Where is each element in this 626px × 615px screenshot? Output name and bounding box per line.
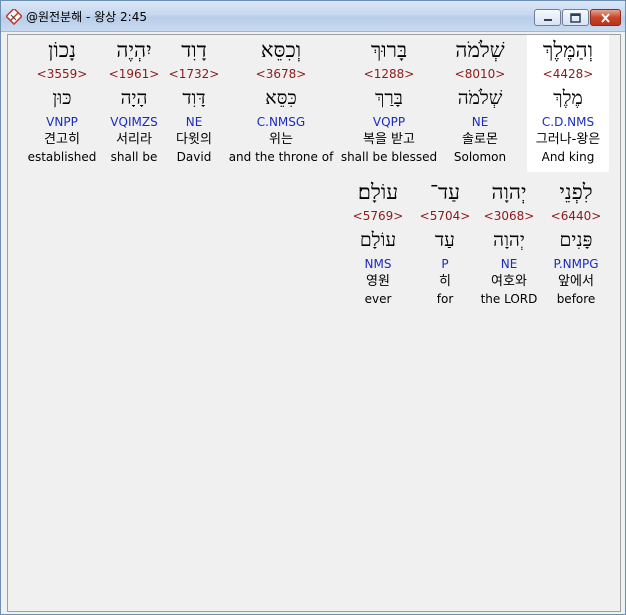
hebrew-word: בָּרוּךְ bbox=[370, 38, 408, 62]
korean-gloss: 위는 bbox=[269, 132, 293, 147]
title-bar[interactable]: @원전분해 - 왕상 2:45 bbox=[1, 1, 625, 32]
strong-number[interactable]: <5769> bbox=[344, 207, 412, 225]
strong-number[interactable]: <3559> bbox=[26, 65, 98, 83]
parsing-code: VQIMZS bbox=[110, 115, 158, 129]
korean-gloss: 솔로몬 bbox=[462, 132, 498, 147]
lemma-word: הָיָה bbox=[120, 87, 148, 109]
word-cell[interactable]: בָּרוּךְ <1288> בָּרַךְ VQPP 복을 받고 shall… bbox=[338, 35, 440, 172]
korean-gloss: 그러나-왕은 bbox=[535, 132, 601, 147]
hebrew-word: לִפְנֵי bbox=[559, 180, 593, 204]
minimize-icon bbox=[535, 10, 560, 25]
english-gloss: shall be bbox=[110, 150, 158, 164]
word-cell[interactable]: יְהוָה <3068> יְהוָה NE 여호와 the LORD bbox=[474, 177, 544, 314]
hebrew-word: עוֹלָם׃ bbox=[357, 180, 399, 204]
parsing-code: VNPP bbox=[46, 115, 78, 129]
korean-gloss: 영원 bbox=[366, 274, 390, 289]
korean-gloss: 여호와 bbox=[491, 274, 527, 289]
parsing-code: VQPP bbox=[372, 115, 406, 129]
word-cell[interactable]: עַד־ <5704> עַד P 히 for bbox=[416, 177, 474, 314]
word-cell[interactable]: יִהְיֶה <1961> הָיָה VQIMZS 서리라 shall be bbox=[105, 35, 163, 172]
hebrew-word: שְׁלֹמֹה bbox=[455, 38, 505, 62]
korean-gloss: 히 bbox=[439, 274, 451, 289]
analysis-panel: וְהַמֶּלֶךְ <4428> מֶלֶךְ C.D.NMS 그러나-왕은… bbox=[7, 34, 621, 612]
parsing-code: C.NMSG bbox=[256, 115, 306, 129]
korean-gloss: 다윗의 bbox=[176, 132, 212, 147]
word-cell[interactable]: עוֹלָם׃ <5769> עוֹלָם NMS 영원 ever bbox=[344, 177, 412, 314]
word-cell[interactable]: לִפְנֵי <6440> פָּנִים P.NMPG 앞에서 before bbox=[540, 177, 612, 314]
lemma-word: שְׁלֹמֹה bbox=[457, 87, 503, 109]
hebrew-word: דָוִד bbox=[181, 38, 207, 62]
strong-number[interactable]: <3678> bbox=[227, 65, 335, 83]
english-gloss: And king bbox=[541, 150, 595, 164]
korean-gloss: 복을 받고 bbox=[363, 132, 415, 147]
app-icon[interactable] bbox=[5, 7, 23, 26]
parsing-code: NE bbox=[471, 115, 489, 129]
lemma-word: יְהוָה bbox=[493, 229, 525, 251]
close-button[interactable] bbox=[590, 9, 621, 26]
strong-number[interactable]: <1288> bbox=[338, 65, 440, 83]
word-cell[interactable]: שְׁלֹמֹה <8010> שְׁלֹמֹה NE 솔로몬 Solomon bbox=[442, 35, 518, 172]
lemma-word: מֶלֶךְ bbox=[553, 87, 583, 109]
korean-gloss: 견고히 bbox=[44, 132, 80, 147]
parsing-code: NMS bbox=[364, 257, 392, 271]
maximize-icon bbox=[563, 10, 588, 25]
hebrew-word: וְהַמֶּלֶךְ bbox=[542, 38, 594, 62]
word-cell[interactable]: וְכִסֵּא <3678> כִּסֵּא C.NMSG 위는 and th… bbox=[227, 35, 335, 172]
window-controls bbox=[534, 9, 621, 27]
close-icon bbox=[591, 10, 620, 25]
lemma-word: כִּסֵּא bbox=[265, 87, 297, 109]
app-window: @원전분해 - 왕상 2:45 וְהַמֶּלֶךְ <4428> מֶלֶך… bbox=[0, 0, 626, 615]
minimize-button[interactable] bbox=[534, 9, 561, 26]
strong-number[interactable]: <8010> bbox=[442, 65, 518, 83]
hebrew-word: נָכוֹן bbox=[48, 38, 76, 62]
english-gloss: ever bbox=[364, 292, 392, 306]
parsing-code: C.D.NMS bbox=[541, 115, 595, 129]
lemma-word: עוֹלָם bbox=[359, 229, 397, 251]
maximize-button[interactable] bbox=[562, 9, 589, 26]
english-gloss: the LORD bbox=[480, 292, 538, 306]
english-gloss: Solomon bbox=[453, 150, 507, 164]
parsing-code: P.NMPG bbox=[553, 257, 599, 271]
hebrew-word: וְכִסֵּא bbox=[260, 38, 302, 62]
lemma-word: עַד bbox=[435, 229, 455, 251]
lemma-word: פָּנִים bbox=[559, 229, 593, 251]
strong-number[interactable]: <1732> bbox=[168, 65, 220, 83]
english-gloss: for bbox=[436, 292, 454, 306]
english-gloss: David bbox=[176, 150, 212, 164]
window-title: @원전분해 - 왕상 2:45 bbox=[26, 10, 147, 24]
strong-number[interactable]: <4428> bbox=[527, 65, 609, 83]
word-cell[interactable]: דָוִד <1732> דָּוִד NE 다윗의 David bbox=[168, 35, 220, 172]
lemma-word: דָּוִד bbox=[182, 87, 206, 109]
hebrew-word: יְהוָה bbox=[491, 180, 527, 204]
strong-number[interactable]: <6440> bbox=[540, 207, 612, 225]
strong-number[interactable]: <5704> bbox=[416, 207, 474, 225]
hebrew-word: יִהְיֶה bbox=[116, 38, 152, 62]
lemma-word: כּוּן bbox=[52, 87, 72, 109]
parsing-code: P bbox=[441, 257, 449, 271]
parsing-code: NE bbox=[500, 257, 518, 271]
strong-number[interactable]: <1961> bbox=[105, 65, 163, 83]
strong-number[interactable]: <3068> bbox=[474, 207, 544, 225]
word-cell[interactable]: נָכוֹן <3559> כּוּן VNPP 견고히 established bbox=[26, 35, 98, 172]
parsing-code: NE bbox=[185, 115, 203, 129]
word-cell[interactable]: וְהַמֶּלֶךְ <4428> מֶלֶךְ C.D.NMS 그러나-왕은… bbox=[527, 35, 609, 172]
english-gloss: before bbox=[556, 292, 596, 306]
english-gloss: shall be blessed bbox=[340, 150, 438, 164]
english-gloss: and the throne of bbox=[228, 150, 334, 164]
korean-gloss: 서리라 bbox=[116, 132, 152, 147]
korean-gloss: 앞에서 bbox=[558, 274, 594, 289]
english-gloss: established bbox=[27, 150, 97, 164]
lemma-word: בָּרַךְ bbox=[375, 87, 403, 109]
hebrew-word: עַד־ bbox=[429, 180, 461, 204]
